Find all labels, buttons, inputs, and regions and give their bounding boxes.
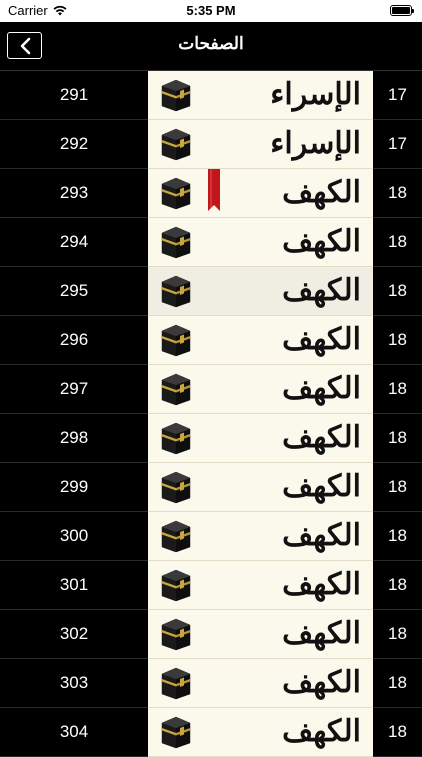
list-item[interactable]: 297 الكهف 18 (0, 365, 422, 414)
juz-number: 17 (373, 120, 422, 169)
kaaba-icon (161, 226, 191, 259)
list-item[interactable]: 302 الكهف 18 (0, 610, 422, 659)
juz-number: 18 (373, 463, 422, 512)
list-item[interactable]: 294 الكهف 18 (0, 218, 422, 267)
surah-cell: الكهف (148, 267, 373, 316)
page-number: 291 (0, 71, 148, 120)
list-item[interactable]: 295 الكهف 18 (0, 267, 422, 316)
surah-name: الكهف (282, 714, 362, 749)
page-number: 299 (0, 463, 148, 512)
kaaba-icon (161, 618, 191, 651)
surah-cell: الكهف (148, 463, 373, 512)
surah-name: الكهف (282, 616, 362, 651)
surah-name: الكهف (282, 175, 362, 210)
page-number: 297 (0, 365, 148, 414)
juz-number: 18 (373, 218, 422, 267)
page-number: 303 (0, 659, 148, 708)
kaaba-icon (161, 324, 191, 357)
page-number: 295 (0, 267, 148, 316)
surah-name: الكهف (282, 322, 362, 357)
list-item[interactable]: 291 الإسراء 17 (0, 71, 422, 120)
surah-cell: الكهف (148, 414, 373, 463)
list-item[interactable]: 303 الكهف 18 (0, 659, 422, 708)
list-item[interactable]: 292 الإسراء 17 (0, 120, 422, 169)
surah-cell: الكهف (148, 610, 373, 659)
surah-cell: الكهف (148, 659, 373, 708)
kaaba-icon (161, 716, 191, 749)
kaaba-icon (161, 422, 191, 455)
juz-number: 18 (373, 414, 422, 463)
page-number: 292 (0, 120, 148, 169)
kaaba-icon (161, 569, 191, 602)
list-item[interactable]: 300 الكهف 18 (0, 512, 422, 561)
page-number: 301 (0, 561, 148, 610)
clock: 5:35 PM (186, 3, 236, 18)
surah-cell: الكهف (148, 218, 373, 267)
status-bar: Carrier 5:35 PM (0, 0, 422, 22)
juz-number: 18 (373, 316, 422, 365)
list-item[interactable]: 293 الكهف 18 (0, 169, 422, 218)
page-number: 302 (0, 610, 148, 659)
kaaba-icon (161, 520, 191, 553)
surah-cell: الإسراء (148, 120, 373, 169)
surah-cell: الكهف (148, 561, 373, 610)
surah-name: الكهف (282, 665, 362, 700)
list-item[interactable]: 298 الكهف 18 (0, 414, 422, 463)
juz-number: 18 (373, 365, 422, 414)
page-title: الصفحات (178, 34, 244, 53)
surah-name: الكهف (282, 273, 362, 308)
juz-number: 18 (373, 169, 422, 218)
kaaba-icon (161, 79, 191, 112)
surah-cell: الكهف (148, 316, 373, 365)
juz-number: 17 (373, 71, 422, 120)
bookmark-ribbon-icon (208, 169, 220, 211)
surah-name: الكهف (282, 371, 362, 406)
surah-cell: الكهف (148, 512, 373, 561)
juz-number: 18 (373, 561, 422, 610)
navigation-bar: الصفحات (0, 22, 422, 71)
page-number: 298 (0, 414, 148, 463)
kaaba-icon (161, 471, 191, 504)
page-number: 300 (0, 512, 148, 561)
list-item[interactable]: 299 الكهف 18 (0, 463, 422, 512)
kaaba-icon (161, 373, 191, 406)
juz-number: 18 (373, 610, 422, 659)
list-item[interactable]: 301 الكهف 18 (0, 561, 422, 610)
kaaba-icon (161, 128, 191, 161)
surah-name: الكهف (282, 224, 362, 259)
surah-name: الكهف (282, 469, 362, 504)
surah-cell: الكهف (148, 169, 373, 218)
juz-number: 18 (373, 659, 422, 708)
page-number: 296 (0, 316, 148, 365)
surah-name: الإسراء (270, 126, 362, 161)
page-number: 293 (0, 169, 148, 218)
pages-list[interactable]: 291 الإسراء 17 292 الإسراء 17 293 الكهف … (0, 71, 422, 757)
battery-icon (390, 5, 414, 16)
surah-name: الإسراء (270, 77, 362, 112)
kaaba-icon (161, 275, 191, 308)
surah-name: الكهف (282, 518, 362, 553)
page-number: 294 (0, 218, 148, 267)
surah-cell: الكهف (148, 365, 373, 414)
surah-name: الكهف (282, 420, 362, 455)
surah-name: الكهف (282, 567, 362, 602)
juz-number: 18 (373, 512, 422, 561)
juz-number: 18 (373, 267, 422, 316)
kaaba-icon (161, 667, 191, 700)
surah-cell: الإسراء (148, 71, 373, 120)
list-item[interactable]: 296 الكهف 18 (0, 316, 422, 365)
kaaba-icon (161, 177, 191, 210)
